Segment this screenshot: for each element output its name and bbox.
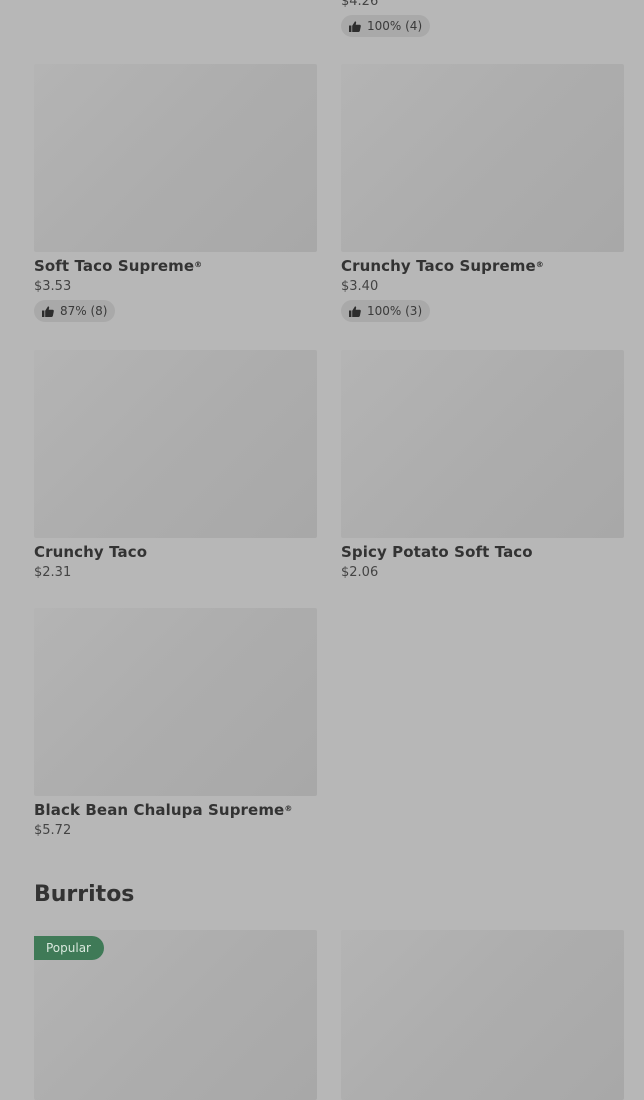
item-image xyxy=(34,64,317,252)
item-name: Soft Taco Supreme xyxy=(34,257,195,275)
item-name: Spicy Potato Soft Taco xyxy=(341,543,533,561)
item-image xyxy=(34,608,317,796)
rating-text: 100% (3) xyxy=(367,304,423,318)
menu-item-burrito-1[interactable]: Popular xyxy=(34,930,317,1100)
menu-item-crunchy-taco-supreme[interactable]: Crunchy Taco Supreme® $3.40 100% (3) xyxy=(341,64,624,322)
item-price: $3.40 xyxy=(341,279,379,294)
rating-text: 100% (4) xyxy=(367,19,423,33)
item-image: Popular xyxy=(34,930,317,1100)
menu-item-soft-taco-supreme[interactable]: Soft Taco Supreme® $3.53 87% (8) xyxy=(34,64,317,322)
item-name: Black Bean Chalupa Supreme xyxy=(34,801,285,819)
section-title-burritos: Burritos xyxy=(34,882,135,907)
registered-mark: ® xyxy=(284,804,293,813)
registered-mark: ® xyxy=(535,260,544,269)
item-price: $4.26 xyxy=(341,0,379,9)
rating-text: 87% (8) xyxy=(60,304,108,318)
item-image xyxy=(34,350,317,538)
thumbs-up-icon xyxy=(349,20,361,32)
menu-item-burrito-2[interactable] xyxy=(341,930,624,1100)
menu-item-spicy-potato-soft-taco[interactable]: Spicy Potato Soft Taco $2.06 xyxy=(341,350,624,581)
item-price: $2.06 xyxy=(341,565,379,580)
item-price: $2.31 xyxy=(34,565,72,580)
thumbs-up-icon xyxy=(349,305,361,317)
item-name: Crunchy Taco Supreme xyxy=(341,257,536,275)
item-price: $3.53 xyxy=(34,279,72,294)
item-image xyxy=(341,350,624,538)
rating-badge: 100% (3) xyxy=(341,300,431,322)
menu-item-crunchy-taco[interactable]: Crunchy Taco $2.31 xyxy=(34,350,317,581)
item-image xyxy=(341,930,624,1100)
rating-badge: 87% (8) xyxy=(34,300,116,322)
item-image xyxy=(341,64,624,252)
registered-mark: ® xyxy=(194,260,203,269)
popular-badge: Popular xyxy=(34,936,104,960)
item-name: Crunchy Taco xyxy=(34,543,148,561)
rating-badge: 100% (4) xyxy=(341,15,431,37)
thumbs-up-icon xyxy=(42,305,54,317)
menu-item-black-bean-chalupa-supreme[interactable]: Black Bean Chalupa Supreme® $5.72 xyxy=(34,608,317,839)
item-price: $5.72 xyxy=(34,823,72,838)
menu-item-partial[interactable]: $4.26 100% (4) xyxy=(341,0,431,37)
